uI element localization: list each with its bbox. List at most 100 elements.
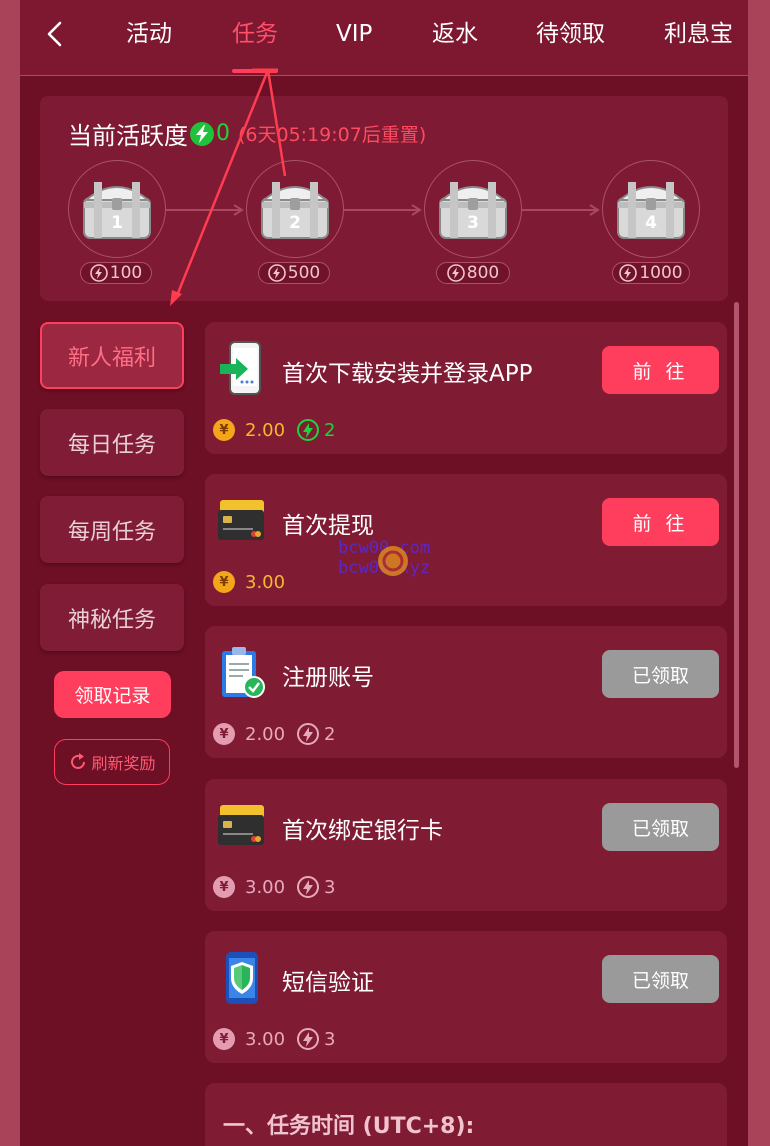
lightning-icon: [297, 723, 319, 745]
tab-activity[interactable]: 活动: [126, 16, 172, 52]
tab-tasks[interactable]: 任务: [232, 16, 278, 52]
go-button[interactable]: 前 往: [602, 498, 719, 546]
sidebar-item-daily[interactable]: 每日任务: [40, 409, 184, 476]
scrollbar[interactable]: [734, 302, 739, 768]
clipboard-check-icon: [215, 644, 269, 702]
coin-reward: ¥ 3.00: [213, 570, 285, 594]
activity-value: 0: [216, 121, 230, 146]
watermark: bcw00.com bcw00.xyz: [338, 538, 448, 582]
bank-card-icon: [215, 492, 269, 550]
yuan-coin-icon: ¥: [213, 571, 235, 593]
yuan-coin-icon: ¥: [213, 419, 235, 441]
sidebar-item-weekly[interactable]: 每周任务: [40, 496, 184, 563]
coin-amount: 2.00: [245, 723, 286, 745]
lightning-icon: [446, 264, 465, 282]
arrow-right-icon: [344, 204, 422, 216]
activity-header: 当前活跃度 0 (6天05:19:07后重置): [68, 116, 426, 151]
task-card: 短信验证 已领取 ¥ 3.00 3: [205, 931, 727, 1063]
chest-3[interactable]: 3: [424, 160, 522, 258]
activity-title: 当前活跃度: [68, 122, 188, 150]
points-amount: 3: [324, 876, 336, 898]
points-amount: 3: [324, 1028, 336, 1050]
coin-amount: 3.00: [245, 571, 286, 593]
chest-points: 500: [287, 263, 321, 283]
arrow-right-icon: [522, 204, 600, 216]
chest-1[interactable]: 1: [68, 160, 166, 258]
points-reward: 3: [297, 875, 335, 899]
claimed-button[interactable]: 已领取: [602, 803, 719, 851]
chest-4[interactable]: 4: [602, 160, 700, 258]
rules-title: 一、任务时间 (UTC+8):: [223, 1114, 475, 1139]
tab-vip[interactable]: VIP: [336, 16, 372, 52]
active-tab-indicator: [232, 69, 278, 73]
points-reward: 2: [297, 722, 335, 746]
coin-reward: ¥ 3.00: [213, 1027, 285, 1051]
lightning-icon: [619, 264, 638, 282]
points-reward: 2: [297, 418, 335, 442]
coin-amount: 3.00: [245, 876, 286, 898]
tab-rebate[interactable]: 返水: [432, 16, 478, 52]
chest-points: 100: [109, 263, 143, 283]
chest-points-badge: 500: [258, 262, 330, 284]
watermark-logo-icon: [378, 546, 408, 576]
lightning-icon: [297, 1028, 319, 1050]
yuan-coin-icon: ¥: [213, 1028, 235, 1050]
points-reward: 3: [297, 1027, 335, 1051]
chest-points: 1000: [639, 263, 683, 283]
lightning-icon: [89, 264, 108, 282]
bank-card-icon: [215, 797, 269, 855]
sidebar-item-mystery[interactable]: 神秘任务: [40, 584, 184, 651]
coin-reward: ¥ 2.00: [213, 418, 285, 442]
chest-number: 1: [111, 213, 123, 233]
task-title: 短信验证: [282, 970, 374, 996]
go-button[interactable]: 前 往: [602, 346, 719, 394]
task-card: 首次下载安装并登录APP 前 往 ¥ 2.00 2: [205, 322, 727, 454]
back-button[interactable]: [40, 18, 68, 50]
chest-points-badge: 800: [436, 262, 510, 284]
claimed-button[interactable]: 已领取: [602, 650, 719, 698]
sidebar-item-newcomer[interactable]: 新人福利: [40, 322, 184, 389]
chest-points-badge: 1000: [612, 262, 690, 284]
arrow-right-icon: [166, 204, 244, 216]
chest-2[interactable]: 2: [246, 160, 344, 258]
refresh-icon: [71, 753, 86, 769]
chest-number: 4: [645, 213, 657, 233]
lightning-icon: [297, 876, 319, 898]
chest-number: 3: [467, 213, 479, 233]
yuan-coin-icon: ¥: [213, 876, 235, 898]
tab-pending[interactable]: 待领取: [536, 16, 605, 52]
lightning-icon: [190, 121, 214, 146]
task-card: 首次提现 前 往 ¥ 3.00: [205, 474, 727, 606]
task-card: 注册账号 已领取 ¥ 2.00 2: [205, 626, 727, 758]
task-title: 首次绑定银行卡: [282, 818, 443, 844]
reset-countdown: (6天05:19:07后重置): [238, 124, 427, 146]
activity-panel: 当前活跃度 0 (6天05:19:07后重置) 1 2 3 4 100 500 …: [40, 96, 728, 301]
phone-download-icon: [215, 340, 269, 398]
refresh-label: 刷新奖励: [91, 754, 156, 773]
coin-amount: 3.00: [245, 1028, 286, 1050]
lightning-icon: [267, 264, 286, 282]
coin-reward: ¥ 3.00: [213, 875, 285, 899]
points-amount: 2: [324, 723, 336, 745]
lightning-icon: [297, 419, 319, 441]
coin-reward: ¥ 2.00: [213, 722, 285, 746]
top-nav-bar: 活动 任务 VIP 返水 待领取 利息宝: [20, 0, 748, 76]
chevron-left-icon: [47, 21, 62, 47]
refresh-rewards-button[interactable]: 刷新奖励: [54, 739, 170, 785]
claimed-button[interactable]: 已领取: [602, 955, 719, 1003]
claim-records-button[interactable]: 领取记录: [54, 671, 171, 718]
task-title: 注册账号: [282, 665, 374, 691]
chest-number: 2: [289, 213, 301, 233]
task-center-frame: 活动 任务 VIP 返水 待领取 利息宝 当前活跃度 0 (6天05:19:07…: [20, 0, 748, 1146]
chest-points-badge: 100: [80, 262, 152, 284]
points-amount: 2: [324, 419, 336, 441]
task-card: 首次绑定银行卡 已领取 ¥ 3.00 3: [205, 779, 727, 911]
chest-points: 800: [466, 263, 500, 283]
shield-phone-icon: [215, 949, 269, 1007]
task-title: 首次下载安装并登录APP: [282, 361, 533, 387]
tab-interest[interactable]: 利息宝: [664, 16, 733, 52]
coin-amount: 2.00: [245, 419, 286, 441]
rules-panel: 一、任务时间 (UTC+8):: [205, 1083, 727, 1146]
task-title: 首次提现: [282, 513, 374, 539]
yuan-coin-icon: ¥: [213, 723, 235, 745]
